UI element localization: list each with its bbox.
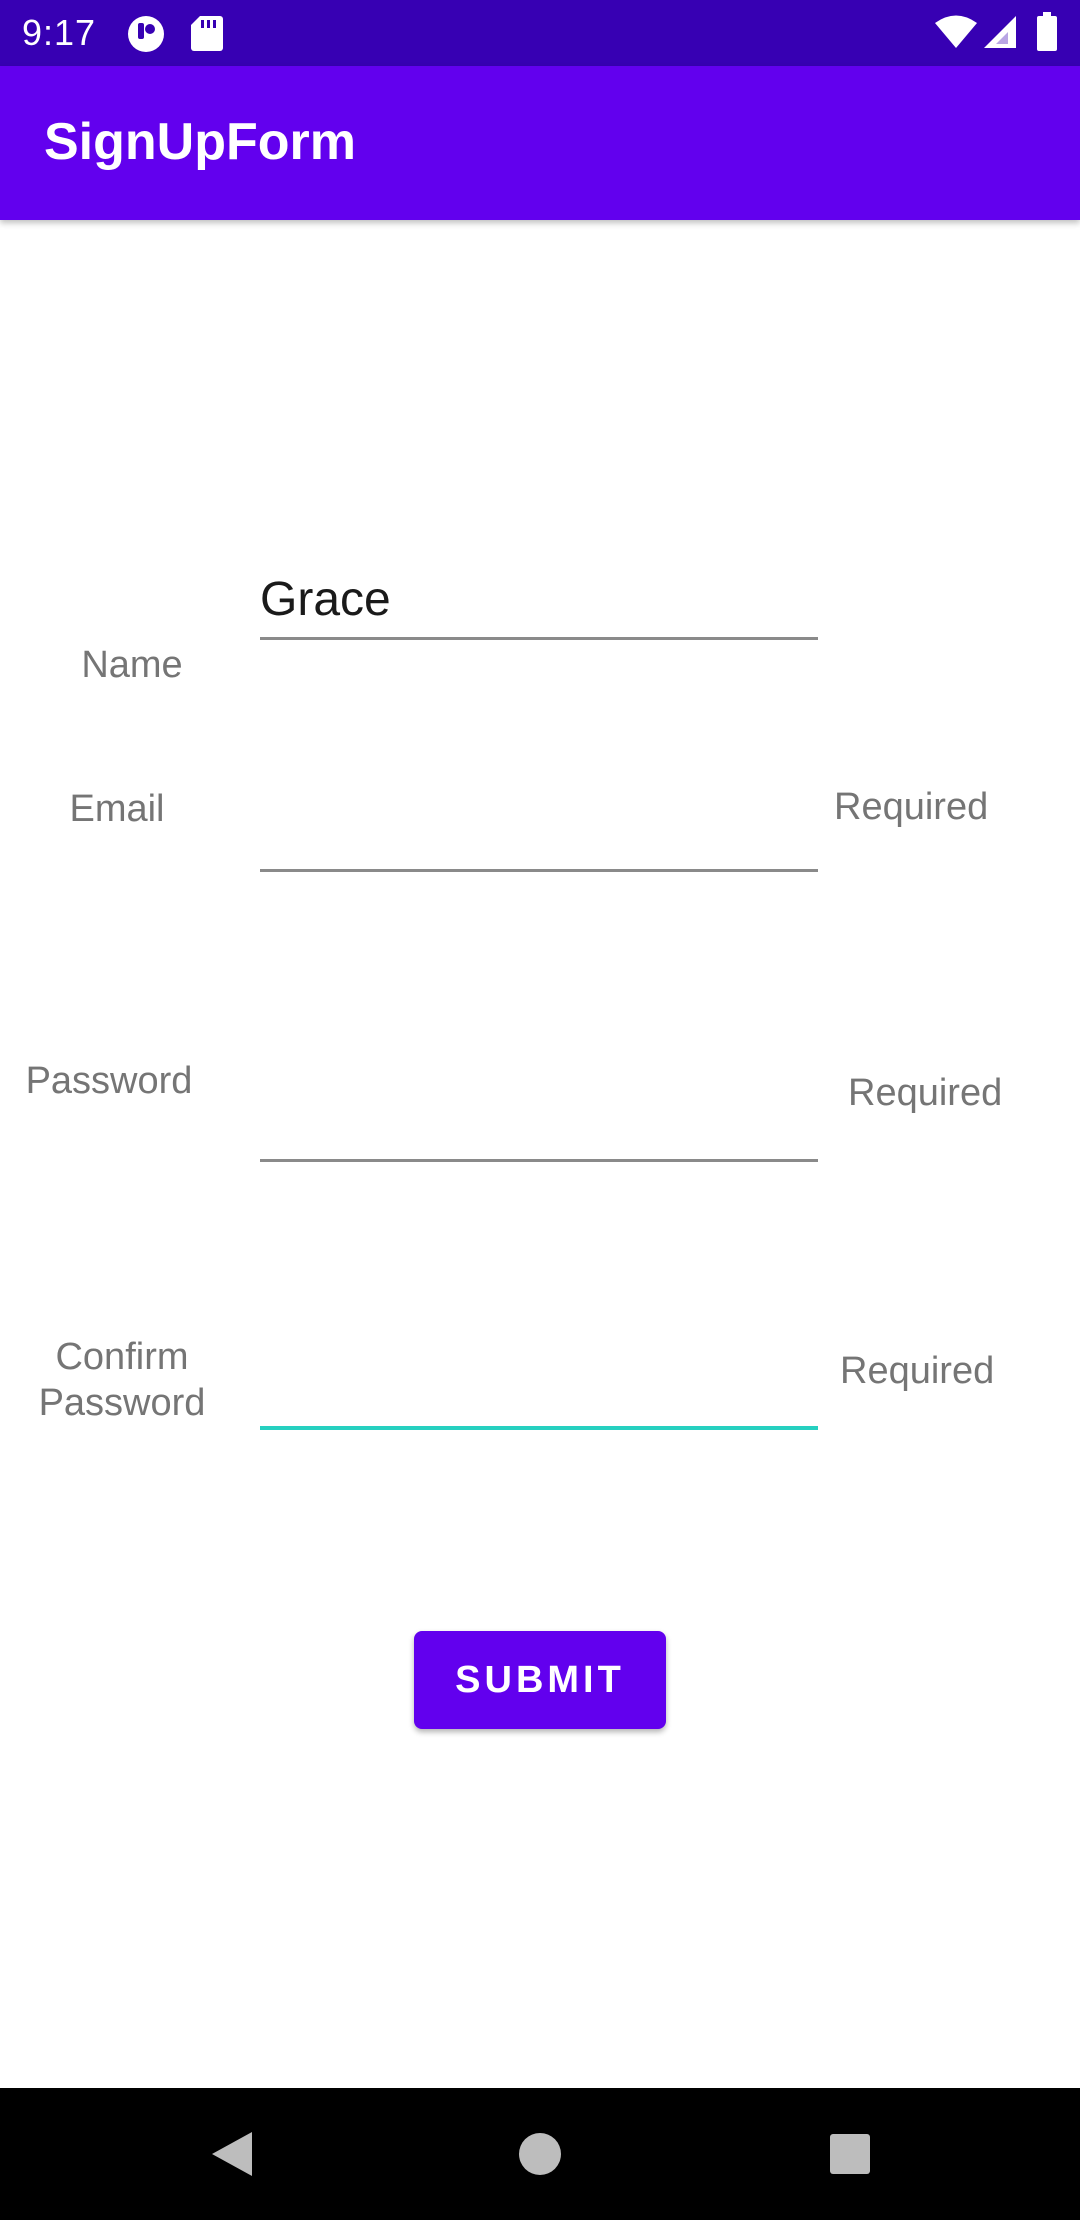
- confirm-password-field[interactable]: [260, 1350, 818, 1430]
- confirm-password-label: Confirm Password: [22, 1334, 222, 1426]
- name-label: Name: [81, 644, 183, 686]
- confirm-password-label-line2: Password: [38, 1382, 206, 1424]
- confirm-password-input[interactable]: [260, 1360, 818, 1430]
- notification-app-icon: [126, 14, 166, 59]
- app-bar: SignUpForm: [0, 66, 1080, 220]
- email-field[interactable]: [260, 792, 818, 872]
- submit-button[interactable]: SUBMIT: [414, 1631, 666, 1729]
- email-input[interactable]: [260, 802, 818, 872]
- status-bar: 9:17: [0, 0, 1080, 66]
- recents-icon[interactable]: [790, 2088, 910, 2220]
- sd-card-icon: [190, 14, 224, 57]
- app-title: SignUpForm: [44, 113, 356, 171]
- email-label: Email: [69, 788, 165, 830]
- name-field[interactable]: [260, 560, 818, 640]
- signal-icon: [982, 14, 1018, 55]
- confirm-password-label-line1: Confirm: [55, 1336, 189, 1378]
- home-icon[interactable]: [480, 2088, 600, 2220]
- wifi-icon: [934, 14, 978, 55]
- confirm-password-required-text: Required: [840, 1350, 995, 1392]
- back-icon[interactable]: [168, 2088, 288, 2220]
- password-field[interactable]: [260, 1082, 818, 1162]
- battery-icon: [1036, 12, 1058, 57]
- navigation-bar: [0, 2088, 1080, 2220]
- signup-screen: 9:17 SignUpForm Grace Name Email Require…: [0, 0, 1080, 2220]
- password-required-text: Required: [848, 1072, 1003, 1114]
- email-required-text: Required: [834, 786, 989, 828]
- status-time: 9:17: [22, 12, 97, 53]
- password-label: Password: [25, 1060, 193, 1102]
- name-input[interactable]: [260, 570, 818, 640]
- password-input[interactable]: [260, 1092, 818, 1162]
